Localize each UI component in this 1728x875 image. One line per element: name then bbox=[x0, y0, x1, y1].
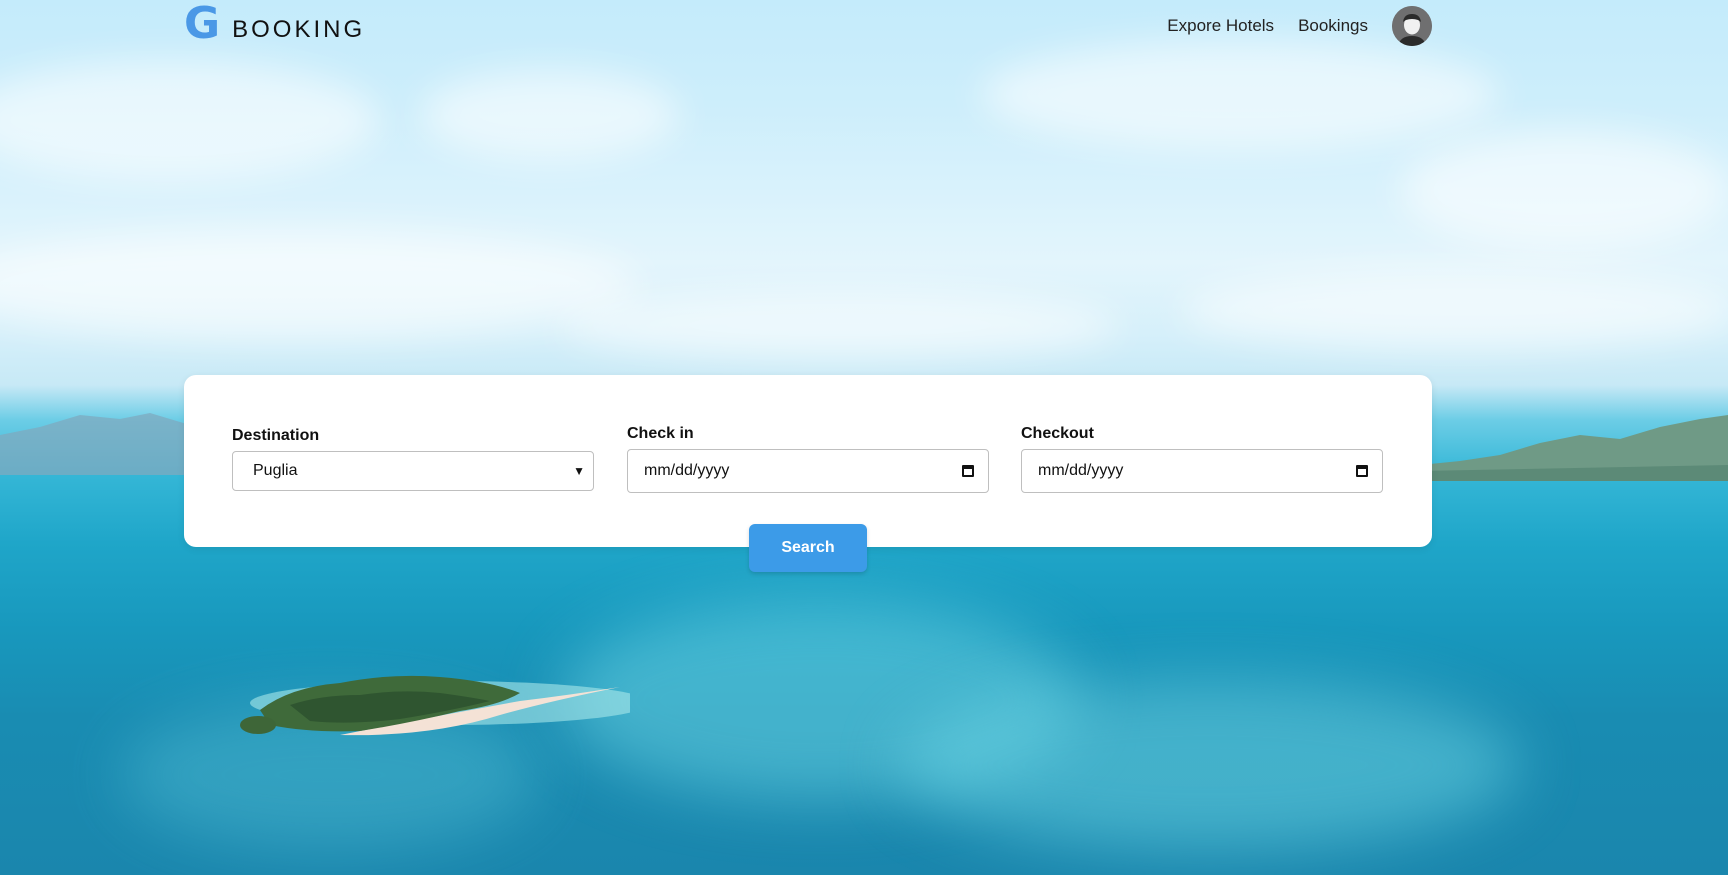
checkout-label: Checkout bbox=[1021, 425, 1094, 442]
check-in-input[interactable]: mm/dd/yyyy bbox=[627, 449, 989, 493]
search-card: Destination Puglia ▼ Check in mm/dd/yyyy… bbox=[184, 375, 1432, 547]
cloud bbox=[560, 290, 1120, 360]
calendar-icon[interactable] bbox=[1356, 465, 1368, 477]
cloud bbox=[420, 70, 680, 160]
logo[interactable]: G BOOKING bbox=[184, 2, 365, 46]
checkout-input[interactable]: mm/dd/yyyy bbox=[1021, 449, 1383, 493]
destination-value: Puglia bbox=[253, 462, 298, 479]
destination-select[interactable]: Puglia ▼ bbox=[232, 451, 594, 491]
checkout-placeholder: mm/dd/yyyy bbox=[1038, 462, 1124, 479]
island bbox=[240, 675, 630, 736]
sea-shallow bbox=[900, 680, 1520, 850]
calendar-icon[interactable] bbox=[962, 465, 974, 477]
check-in-label: Check in bbox=[627, 425, 694, 442]
cloud bbox=[1400, 130, 1728, 250]
nav-bookings[interactable]: Bookings bbox=[1298, 16, 1368, 36]
cloud bbox=[1180, 270, 1728, 350]
hills-right bbox=[1420, 415, 1728, 481]
header: G BOOKING Expore Hotels Bookings bbox=[184, 0, 1432, 54]
logo-letter: G bbox=[184, 0, 221, 49]
brand-name: BOOKING bbox=[232, 16, 366, 43]
avatar-figure bbox=[1392, 6, 1432, 46]
destination-label: Destination bbox=[232, 427, 320, 444]
chevron-down-icon: ▼ bbox=[573, 464, 585, 478]
user-avatar-icon[interactable] bbox=[1392, 6, 1432, 46]
checkout-field: Checkout mm/dd/yyyy bbox=[1021, 425, 1383, 493]
check-in-field: Check in mm/dd/yyyy bbox=[627, 425, 989, 493]
page: G BOOKING Expore Hotels Bookings Destina… bbox=[0, 0, 1728, 875]
cloud bbox=[0, 60, 380, 180]
nav: Expore Hotels Bookings bbox=[1167, 6, 1432, 46]
search-button[interactable]: Search bbox=[749, 524, 867, 572]
destination-field: Destination Puglia ▼ bbox=[232, 427, 594, 491]
nav-explore-hotels[interactable]: Expore Hotels bbox=[1167, 16, 1274, 36]
cloud bbox=[980, 40, 1500, 150]
check-in-placeholder: mm/dd/yyyy bbox=[644, 462, 730, 479]
cloud bbox=[0, 230, 640, 340]
